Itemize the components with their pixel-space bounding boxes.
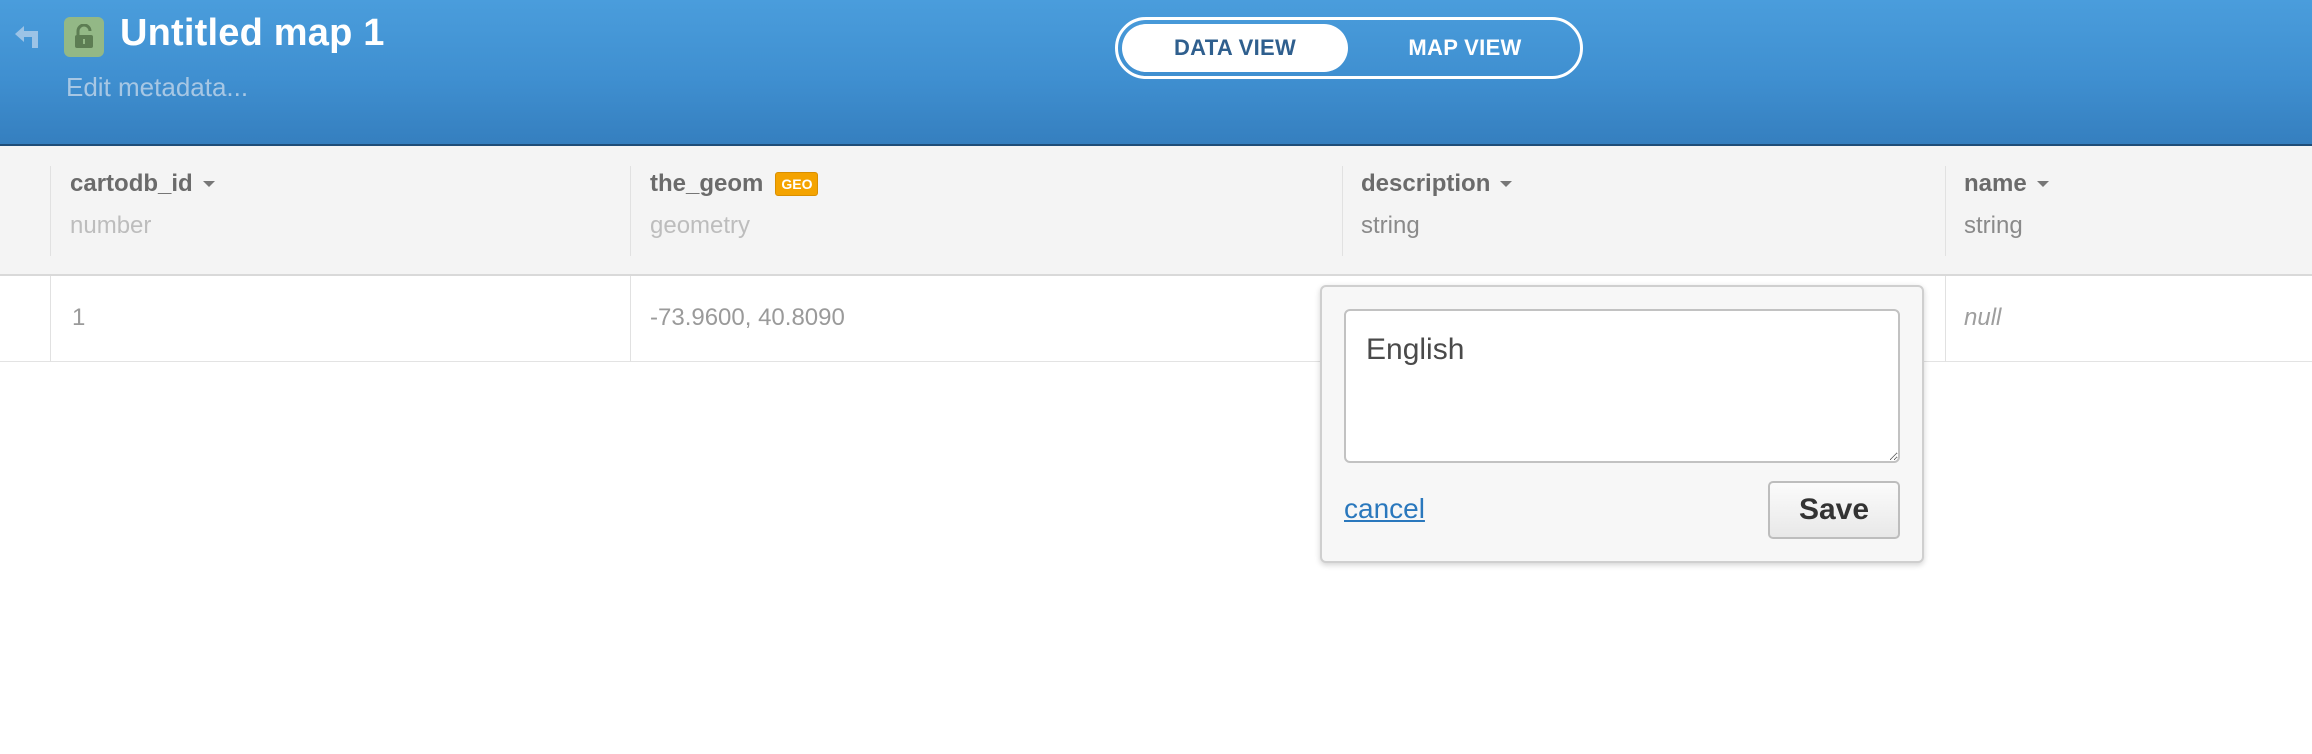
column-divider xyxy=(1342,166,1343,256)
column-header-the-geom[interactable]: the_geom GEO xyxy=(650,170,819,198)
column-type: geometry xyxy=(650,212,751,239)
column-header-cartodb-id[interactable]: cartodb_id xyxy=(70,170,215,198)
column-type: string xyxy=(1964,212,2023,239)
column-name: name xyxy=(1964,170,2027,197)
table-header: cartodb_id number the_geom GEO geometry … xyxy=(0,146,2312,276)
cell-name[interactable]: null xyxy=(1964,304,2001,332)
data-view-tab[interactable]: DATA VIEW xyxy=(1122,24,1348,72)
column-name: cartodb_id xyxy=(70,170,193,197)
table-row: 1 -73.9600, 40.8090 null xyxy=(0,276,2312,362)
save-button[interactable]: Save xyxy=(1768,481,1900,539)
column-type: number xyxy=(70,212,152,239)
column-header-name[interactable]: name xyxy=(1964,170,2049,198)
column-header-description[interactable]: description xyxy=(1361,170,1513,198)
caret-down-icon[interactable] xyxy=(2036,181,2049,187)
cell-the-geom[interactable]: -73.9600, 40.8090 xyxy=(650,304,845,332)
view-toggle: DATA VIEW MAP VIEW xyxy=(1115,17,1583,79)
column-divider xyxy=(1945,166,1946,256)
back-arrow-icon[interactable] xyxy=(12,22,44,50)
column-divider xyxy=(50,166,51,256)
map-title[interactable]: Untitled map 1 xyxy=(120,12,385,55)
unlocked-lock-icon[interactable] xyxy=(64,17,104,57)
map-view-tab[interactable]: MAP VIEW xyxy=(1352,24,1578,72)
caret-down-icon[interactable] xyxy=(1500,181,1513,187)
column-type: string xyxy=(1361,212,1420,239)
column-divider xyxy=(50,276,51,362)
cell-value-textarea[interactable]: English xyxy=(1344,309,1900,463)
column-divider xyxy=(630,166,631,256)
cell-editor-popup: English cancel Save xyxy=(1320,285,1924,563)
geo-badge: GEO xyxy=(775,172,819,196)
column-name: description xyxy=(1361,170,1491,197)
column-divider xyxy=(630,276,631,362)
cell-cartodb-id[interactable]: 1 xyxy=(72,304,85,332)
edit-metadata-link[interactable]: Edit metadata... xyxy=(66,72,248,103)
map-header: Untitled map 1 Edit metadata... DATA VIE… xyxy=(0,0,2312,146)
column-name: the_geom xyxy=(650,170,764,197)
cancel-link[interactable]: cancel xyxy=(1344,493,1425,525)
caret-down-icon[interactable] xyxy=(202,181,215,187)
column-divider xyxy=(1945,276,1946,362)
